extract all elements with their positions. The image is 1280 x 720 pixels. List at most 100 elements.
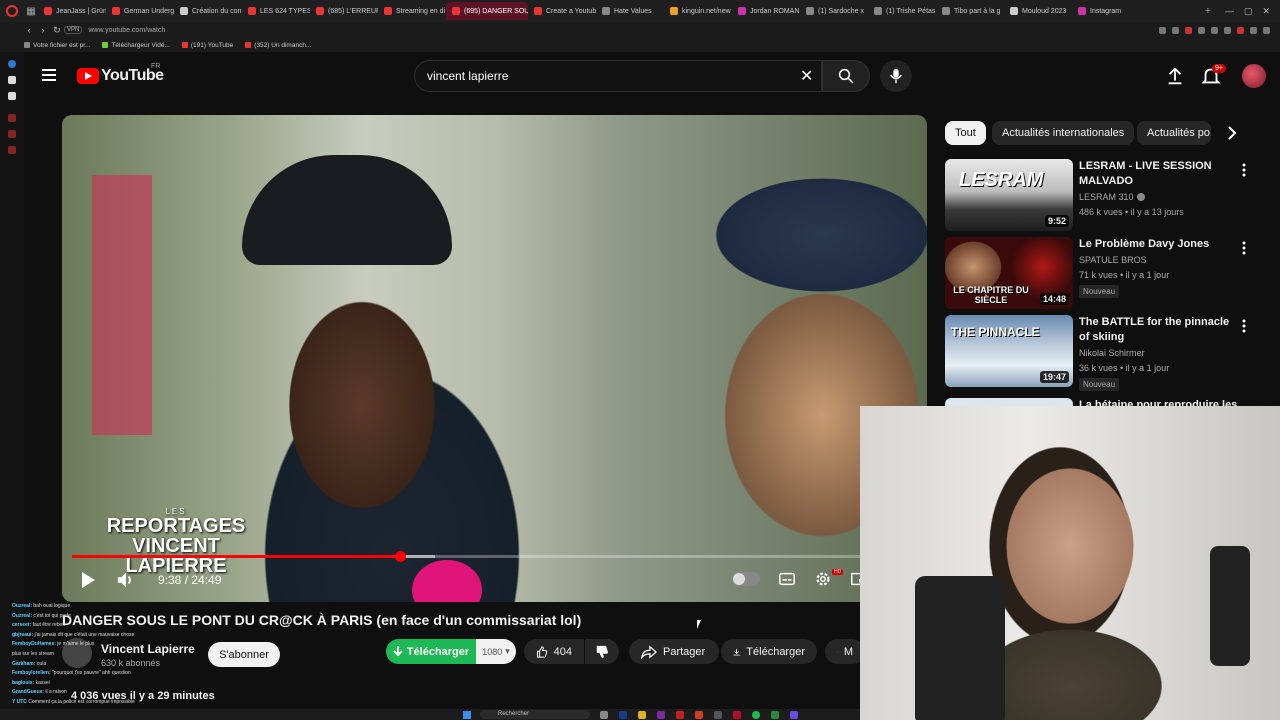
quality-select[interactable]: 1080 ▾ xyxy=(476,639,516,664)
browser-tab[interactable]: (1) Trishe Pétas xyxy=(868,2,936,20)
clear-search-icon[interactable]: ✕ xyxy=(800,66,813,86)
like-button[interactable]: 404 xyxy=(524,639,584,664)
chip-politics[interactable]: Actualités po xyxy=(1137,121,1211,145)
tab-overview-icon[interactable]: ▦ xyxy=(24,6,38,17)
extension-icon[interactable] xyxy=(1263,26,1270,34)
extension-icon[interactable] xyxy=(1211,26,1218,34)
recommendation-thumbnail[interactable] xyxy=(945,398,1073,406)
taskbar-folder-icon[interactable] xyxy=(638,711,646,719)
recommendation-thumbnail[interactable]: THE PINNACLE 19:47 xyxy=(945,315,1073,387)
x-icon[interactable] xyxy=(8,92,16,100)
browser-tab[interactable]: kinguin.net/new xyxy=(664,2,732,20)
kebab-menu-icon[interactable] xyxy=(1241,319,1247,333)
recommendation-title[interactable]: Le Problème Davy Jones xyxy=(1079,237,1239,252)
youtube-logo[interactable]: YouTube FR xyxy=(77,63,164,85)
browser-logo-icon[interactable] xyxy=(6,5,18,17)
taskbar-search[interactable]: Rechercher xyxy=(480,710,590,719)
browser-tab[interactable]: Streaming en di xyxy=(378,2,446,20)
browser-tab[interactable]: Mouloud 2023 xyxy=(1004,2,1072,20)
taskbar-app-icon[interactable] xyxy=(695,711,703,719)
share-button[interactable]: Partager xyxy=(629,639,719,664)
browser-tab[interactable]: Create a Youtub xyxy=(528,2,596,20)
vpn-badge-icon[interactable]: VPN xyxy=(64,26,83,34)
kebab-menu-icon[interactable] xyxy=(1241,241,1247,255)
extension-icon[interactable] xyxy=(1237,26,1244,34)
taskbar-app-icon[interactable] xyxy=(676,711,684,719)
download-button[interactable]: Télécharger xyxy=(721,639,817,664)
bookmark-item[interactable]: (352) Un dimanch... xyxy=(245,42,311,49)
new-tab-button[interactable]: + xyxy=(1201,6,1215,17)
recommendation-item[interactable]: THE PINNACLE 19:47 The BATTLE for the pi… xyxy=(945,315,1265,391)
search-input[interactable]: vincent lapierre xyxy=(414,60,822,92)
subtitles-icon[interactable] xyxy=(778,570,796,588)
recommendation-channel[interactable]: Nikolai Schirmer xyxy=(1079,348,1145,358)
hamburger-menu-icon[interactable] xyxy=(42,69,56,81)
browser-tab[interactable]: Tibo part à la g xyxy=(936,2,1004,20)
autoplay-toggle[interactable] xyxy=(732,572,760,586)
video-player[interactable]: LES REPORTAGES VINCENT LAPIERRE 9:38 / 2… xyxy=(62,115,927,602)
recommendation-title[interactable]: LESRAM - LIVE SESSION MALVADO xyxy=(1079,159,1239,189)
search-button[interactable] xyxy=(822,60,870,92)
taskbar-app-icon[interactable] xyxy=(600,711,608,719)
recommendation-title[interactable]: La bétaine pour reproduire les xyxy=(1079,398,1239,406)
progress-scrubber[interactable] xyxy=(394,551,406,562)
forward-icon[interactable]: › xyxy=(36,25,50,35)
discord-icon[interactable] xyxy=(790,711,798,719)
extension-icon[interactable] xyxy=(1185,26,1192,34)
recommendation-channel[interactable]: LESRAM 310 xyxy=(1079,192,1145,202)
settings-icon[interactable] xyxy=(8,146,16,154)
browser-tab[interactable]: Création du con xyxy=(174,2,242,20)
volume-icon[interactable] xyxy=(116,571,134,589)
taskbar-app-icon[interactable] xyxy=(771,711,779,719)
bookmark-item[interactable]: (191) YouTube xyxy=(181,42,233,49)
close-window-icon[interactable]: ✕ xyxy=(1262,6,1270,17)
browser-tab[interactable]: (685) L'ERREUR xyxy=(310,2,378,20)
recommendation-item[interactable]: La bétaine pour reproduire les xyxy=(945,398,1265,406)
taskbar-app-icon[interactable] xyxy=(714,711,722,719)
user-avatar[interactable] xyxy=(1242,64,1266,88)
chip-international-news[interactable]: Actualités internationales xyxy=(992,121,1135,145)
chip-all[interactable]: Tout xyxy=(945,121,986,145)
recommendation-item[interactable]: LE CHAPITRE DU SIÈCLE 14:48 Le Problème … xyxy=(945,237,1265,309)
maximize-icon[interactable]: ▢ xyxy=(1244,6,1253,17)
browser-tab[interactable]: Hate Values xyxy=(596,2,664,20)
extension-icon[interactable] xyxy=(1198,26,1205,34)
chevron-right-icon[interactable] xyxy=(1222,123,1242,143)
extension-icon[interactable] xyxy=(1159,26,1166,34)
browser-tab[interactable]: Jordan ROMANI xyxy=(732,2,800,20)
bookmark-item[interactable]: Téléchargeur Vidé... xyxy=(102,42,170,49)
history-icon[interactable] xyxy=(8,114,16,122)
more-actions-button[interactable]: M xyxy=(825,639,865,664)
taskbar-app-icon[interactable] xyxy=(619,711,627,719)
extension-icon[interactable] xyxy=(1172,26,1179,34)
browser-tab[interactable]: (695) DANGER SOUS xyxy=(446,2,528,20)
recommendation-thumbnail[interactable]: LESRAM 9:52 xyxy=(945,159,1073,231)
extension-icon[interactable] xyxy=(1224,26,1231,34)
browser-tab[interactable]: German Underg xyxy=(106,2,174,20)
recommendation-channel[interactable]: SPATULE BROS xyxy=(1079,255,1147,265)
progress-bar[interactable] xyxy=(72,551,917,562)
taskbar-browser-icon[interactable] xyxy=(733,711,741,719)
browser-tab[interactable]: JeanJass | Grün xyxy=(38,2,106,20)
url-field[interactable]: www.youtube.com/watch xyxy=(88,27,165,34)
browser-tab[interactable]: Instagram xyxy=(1072,2,1140,20)
extension-icon[interactable] xyxy=(1250,26,1257,34)
kebab-menu-icon[interactable] xyxy=(1241,163,1247,177)
voice-search-button[interactable] xyxy=(880,60,912,92)
windows-start-icon[interactable] xyxy=(463,711,471,719)
recommendation-item[interactable]: LESRAM 9:52 LESRAM - LIVE SESSION MALVAD… xyxy=(945,159,1265,231)
reload-icon[interactable]: ↻ xyxy=(50,25,64,36)
settings-gear-icon[interactable] xyxy=(814,570,832,588)
minimize-icon[interactable]: — xyxy=(1225,6,1234,17)
back-icon[interactable]: ‹ xyxy=(22,25,36,35)
download-icon[interactable] xyxy=(8,130,16,138)
tiktok-icon[interactable] xyxy=(8,76,16,84)
taskbar-app-icon[interactable] xyxy=(657,711,665,719)
recommendation-title[interactable]: The BATTLE for the pinnacle of skiing xyxy=(1079,315,1239,345)
browser-tab[interactable]: (1) Sardoche x xyxy=(800,2,868,20)
dislike-button[interactable] xyxy=(585,639,619,664)
extension-download-button[interactable]: Télécharger xyxy=(386,639,476,664)
recommendation-thumbnail[interactable]: LE CHAPITRE DU SIÈCLE 14:48 xyxy=(945,237,1073,309)
upload-icon[interactable] xyxy=(1164,65,1186,87)
browser-tab[interactable]: LES 624 TYPES xyxy=(242,2,310,20)
